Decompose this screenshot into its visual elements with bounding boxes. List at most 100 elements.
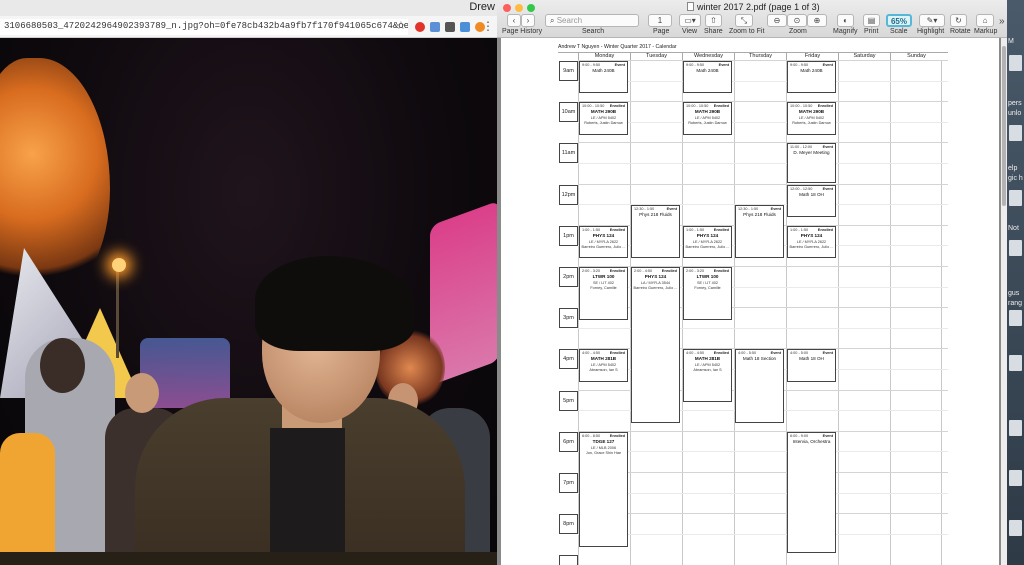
calendar-event[interactable]: 2:00 - 3:20 Enrolled LTWR 100 SE / LIT 402 F… <box>579 267 628 320</box>
magnify-button[interactable]: ◐ <box>837 14 854 27</box>
event-title: MATH 281B <box>694 356 721 362</box>
desktop-file-icon[interactable] <box>1009 240 1022 256</box>
event-status: Enrolled <box>713 104 729 109</box>
calendar-event[interactable]: 1:00 - 1:50 Enrolled PHYS 124 LE / MYR-A 26… <box>579 225 628 259</box>
calendar-event[interactable]: 12:30 - 1:50 Event Phys 218 Fluids <box>631 205 680 259</box>
calendar-event[interactable]: 4:00 - 4:50 Enrolled MATH 281B LE / APM 540… <box>579 349 628 382</box>
calendar-event[interactable]: 10:00 - 10:50 Enrolled MATH 290B LE / APM 5… <box>787 102 836 135</box>
calendar-event[interactable]: 6:00 - 8:50 Enrolled TDGE 127 LE / MLB 2006… <box>579 431 628 547</box>
calendar-event[interactable]: 2:00 - 4:50 Enrolled PHYS 124 LA / MYR-A 35… <box>631 267 680 423</box>
desktop-file-icon[interactable] <box>1009 125 1022 141</box>
zoom-out-icon: ⊖ <box>773 16 781 25</box>
zoom-actual-button[interactable]: ⊙ <box>787 14 807 27</box>
calendar-event[interactable]: 10:00 - 10:50 Enrolled MATH 290B LE / APM 5… <box>683 102 732 135</box>
time-label: 10am <box>559 102 578 123</box>
view-button[interactable]: ▭▾ <box>679 14 701 27</box>
share-icon: ⇧ <box>710 16 717 25</box>
preview-toolbar: winter 2017 2.pdf (page 1 of 3) ‹ › Page… <box>497 0 1007 38</box>
desktop-file-icon[interactable] <box>1009 420 1022 436</box>
desktop-file-icon[interactable] <box>1009 520 1022 536</box>
time-label: 1pm <box>559 225 578 246</box>
rotate-button[interactable]: ↻ <box>950 14 967 27</box>
calendar-event[interactable]: 9:00 - 9:50 Event Math 240B <box>683 61 732 94</box>
calendar-event[interactable]: 4:00 - 5:00 Event Math 18 OH <box>787 349 836 382</box>
calendar-event[interactable]: 12:00 - 12:50 Event Math 18 OH <box>787 184 836 217</box>
event-status: Event <box>822 433 833 438</box>
desktop-file-label[interactable]: M <box>1008 38 1014 45</box>
desktop-file-label[interactable]: unlo <box>1008 110 1021 117</box>
calendar-event[interactable]: 1:00 - 1:50 Enrolled PHYS 124 LE / MYR-A 26… <box>683 225 732 259</box>
zoom-to-fit-button[interactable]: ⤡ <box>735 14 753 27</box>
calendar-event[interactable]: 1:00 - 1:50 Enrolled PHYS 124 LE / MYR-A 26… <box>787 225 836 259</box>
share-button[interactable]: ⇧ <box>705 14 722 27</box>
maximize-button[interactable] <box>527 4 535 12</box>
desktop-file-icon[interactable] <box>1009 355 1022 371</box>
search-input[interactable]: ⌕ Search <box>545 14 639 27</box>
calendar-event[interactable]: 2:00 - 3:20 Enrolled LTWR 100 SE / LIT 402 F… <box>683 267 732 320</box>
desktop-file-label[interactable]: gus <box>1008 290 1019 297</box>
zoom-in-button[interactable]: ⊕ <box>807 14 827 27</box>
url-field[interactable]: 3106680503_4720242964902393789_n.jpg?oh=… <box>0 19 408 35</box>
desktop-file-icon[interactable] <box>1009 470 1022 486</box>
extension-icon[interactable] <box>445 22 455 32</box>
desktop-file-label[interactable]: Not <box>1008 225 1019 232</box>
toolbox-icon: ⌂ <box>982 16 988 25</box>
markup-button[interactable]: ⌂ <box>976 14 994 27</box>
highlight-button[interactable]: ✎▾ <box>919 14 945 27</box>
minimize-button[interactable] <box>515 4 523 12</box>
menu-icon[interactable]: ⋮ <box>482 19 494 33</box>
event-title: PHYS 124 <box>800 232 823 238</box>
event-status: Enrolled <box>817 227 833 232</box>
event-time: 10:00 - 10:50 <box>582 104 605 109</box>
scrollbar-thumb[interactable] <box>1002 46 1006 206</box>
time-label: 11am <box>559 143 578 164</box>
opera-extension-icon[interactable] <box>415 22 425 32</box>
time-label <box>559 555 578 565</box>
extension-icon[interactable] <box>430 22 440 32</box>
event-detail: Barreiro Guerrero, Julio ... <box>633 286 678 290</box>
page-number-field[interactable]: 1 <box>648 14 672 27</box>
desktop-edge: Mpers unlo elp gic h Not gus rang <box>1007 0 1024 565</box>
calendar-event[interactable]: 4:00 - 5:50 Event Math 18 Section <box>735 349 784 423</box>
back-button[interactable]: ‹ <box>507 14 521 27</box>
event-time: 9:00 - 9:50 <box>790 63 809 67</box>
calendar-event[interactable]: 4:00 - 4:50 Enrolled MATH 281B LE / APM 540… <box>683 349 732 403</box>
bookmark-star-icon[interactable]: ☆ <box>396 19 406 32</box>
calendar-event[interactable]: 12:30 - 1:50 Event Phys 218 Fluids <box>735 205 784 259</box>
close-button[interactable] <box>503 4 511 12</box>
desktop-file-label[interactable]: pers <box>1008 100 1022 107</box>
day-header: Friday <box>786 53 838 60</box>
forward-button[interactable]: › <box>521 14 535 27</box>
event-title: PHYS 124 <box>592 232 615 238</box>
event-title: MATH 290B <box>590 109 617 115</box>
event-title: PHYS 124 <box>696 232 719 238</box>
desktop-file-icon[interactable] <box>1009 190 1022 206</box>
event-time: 9:00 - 9:50 <box>686 63 705 67</box>
magnify-label: Magnify <box>833 28 858 35</box>
extension-icon[interactable] <box>460 22 470 32</box>
calendar-event[interactable]: 6:00 - 9:00 Event Intervia, Orchestra <box>787 431 836 554</box>
print-button[interactable]: ▤ <box>863 14 880 27</box>
scale-field[interactable]: 65% <box>886 14 912 27</box>
desktop-file-icon[interactable] <box>1009 55 1022 71</box>
calendar-event[interactable]: 9:00 - 9:50 Event Math 240B <box>579 61 628 94</box>
preview-window: winter 2017 2.pdf (page 1 of 3) ‹ › Page… <box>497 0 1007 565</box>
browser-address-bar: 3106680503_4720242964902393789_n.jpg?oh=… <box>0 16 497 38</box>
toolbar-overflow-icon[interactable]: » <box>999 16 1005 27</box>
desktop-file-label[interactable]: rang <box>1008 300 1022 307</box>
event-time: 11:00 - 12:00 <box>790 145 813 150</box>
zoom-out-button[interactable]: ⊖ <box>767 14 787 27</box>
street-lamp <box>112 258 126 272</box>
desktop-file-icon[interactable] <box>1009 310 1022 326</box>
desktop-file-label[interactable]: elp <box>1008 165 1017 172</box>
event-detail: LE / APM 5402 <box>590 116 617 121</box>
document-viewport[interactable]: Andrew T Nguyen - Winter Quarter 2017 - … <box>497 38 1007 565</box>
calendar-event[interactable]: 11:00 - 12:00 Event D. Meyer Meeting <box>787 143 836 183</box>
profile-name[interactable]: Drew <box>469 1 495 13</box>
calendar-event[interactable]: 10:00 - 10:50 Enrolled MATH 290B LE / APM 5… <box>579 102 628 135</box>
desktop-background <box>0 552 497 565</box>
calendar-event[interactable]: 9:00 - 9:50 Event Math 240B <box>787 61 836 94</box>
day-header: Saturday <box>838 53 890 60</box>
calendar-title: Andrew T Nguyen - Winter Quarter 2017 - … <box>558 44 677 50</box>
desktop-file-label[interactable]: gic h <box>1008 175 1023 182</box>
